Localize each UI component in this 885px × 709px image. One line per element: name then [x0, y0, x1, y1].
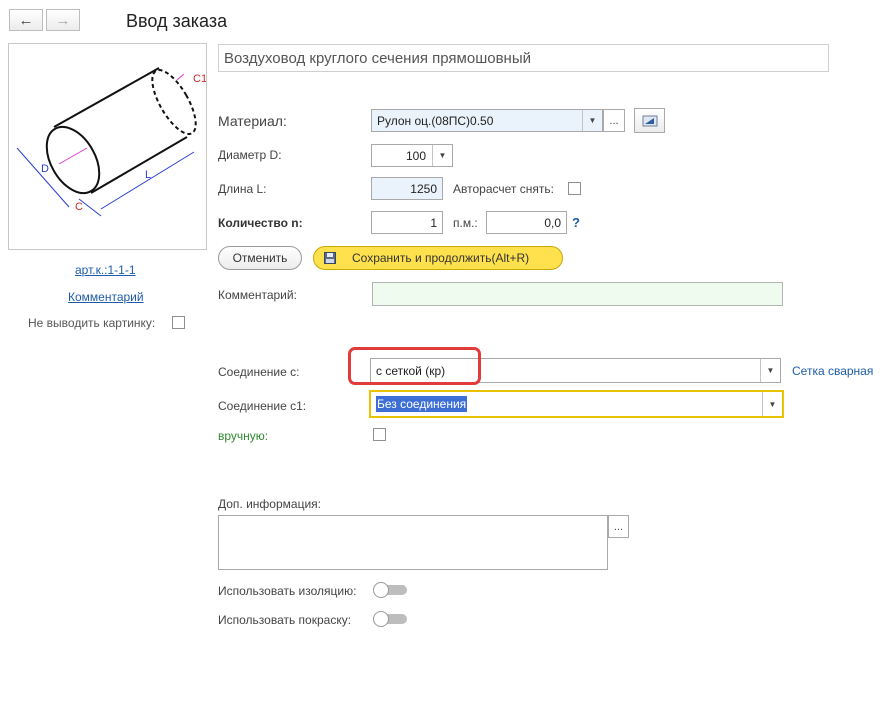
svg-text:D: D	[41, 163, 49, 175]
material-field[interactable]: Рулон оц.(08ПС)0.50 ▼	[371, 109, 603, 132]
unit-label: п.м.:	[453, 216, 478, 230]
open-window-icon	[642, 115, 657, 126]
extra-info-field[interactable]	[218, 515, 608, 570]
product-picture: C1 C D L	[8, 43, 207, 250]
back-button[interactable]: ←	[9, 9, 43, 31]
help-icon[interactable]: ?	[572, 215, 580, 230]
comment-link[interactable]: Комментарий	[68, 290, 144, 304]
forward-button[interactable]: →	[46, 9, 80, 31]
material-select-button[interactable]: ...	[603, 109, 625, 132]
hide-picture-label: Не выводить картинку:	[28, 316, 156, 330]
chevron-down-icon[interactable]: ▼	[762, 392, 782, 416]
use-insulation-toggle[interactable]	[373, 582, 407, 598]
article-link[interactable]: арт.к.:1-1-1	[75, 263, 136, 277]
comment-field[interactable]	[372, 282, 783, 306]
mesh-link[interactable]: Сетка сварная	[792, 364, 873, 378]
autocalc-label: Авторасчет снять:	[453, 182, 554, 196]
material-label: Материал:	[218, 113, 287, 129]
cancel-button[interactable]: Отменить	[218, 246, 302, 270]
manual-checkbox[interactable]	[373, 428, 386, 441]
connection-c-label: Соединение с:	[218, 365, 300, 379]
svg-text:C: C	[75, 201, 83, 213]
unit-value-field[interactable]: 0,0	[486, 211, 567, 234]
use-painting-label: Использовать покраску:	[218, 613, 352, 627]
quantity-field[interactable]: 1	[371, 211, 443, 234]
extra-info-button[interactable]: ...	[608, 515, 629, 538]
use-painting-toggle[interactable]	[373, 611, 407, 627]
duct-drawing-icon: C1 C D L	[16, 67, 207, 217]
floppy-disk-icon	[324, 252, 336, 264]
diameter-field[interactable]: 100 ▼	[371, 144, 453, 167]
quantity-label: Количество n:	[218, 216, 303, 230]
use-insulation-label: Использовать изоляцию:	[218, 584, 357, 598]
save-continue-button[interactable]: Сохранить и продолжить(Alt+R)	[313, 246, 563, 270]
autocalc-checkbox[interactable]	[568, 182, 581, 195]
connection-c1-field[interactable]: Без соединения ▼	[369, 390, 784, 418]
arrow-right-icon: →	[55, 11, 71, 29]
extra-info-label: Доп. информация:	[218, 497, 321, 511]
chevron-down-icon[interactable]: ▼	[432, 145, 452, 166]
connection-c1-label: Соединение с1:	[218, 399, 307, 413]
material-open-button[interactable]	[634, 108, 665, 133]
comment-label: Комментарий:	[218, 288, 297, 302]
length-label: Длина L:	[218, 182, 267, 196]
product-name-field: Воздуховод круглого сечения прямошовный	[218, 44, 829, 72]
hide-picture-checkbox[interactable]	[172, 316, 185, 329]
svg-text:C1: C1	[193, 73, 206, 85]
highlight-annotation	[348, 347, 481, 385]
diameter-label: Диаметр D:	[218, 148, 282, 162]
length-field[interactable]: 1250	[371, 177, 443, 200]
arrow-left-icon: ←	[18, 11, 34, 29]
svg-text:L: L	[145, 169, 151, 181]
chevron-down-icon[interactable]: ▼	[582, 110, 602, 131]
chevron-down-icon[interactable]: ▼	[760, 359, 780, 382]
page-title: Ввод заказа	[126, 11, 228, 31]
manual-label: вручную:	[218, 429, 269, 443]
